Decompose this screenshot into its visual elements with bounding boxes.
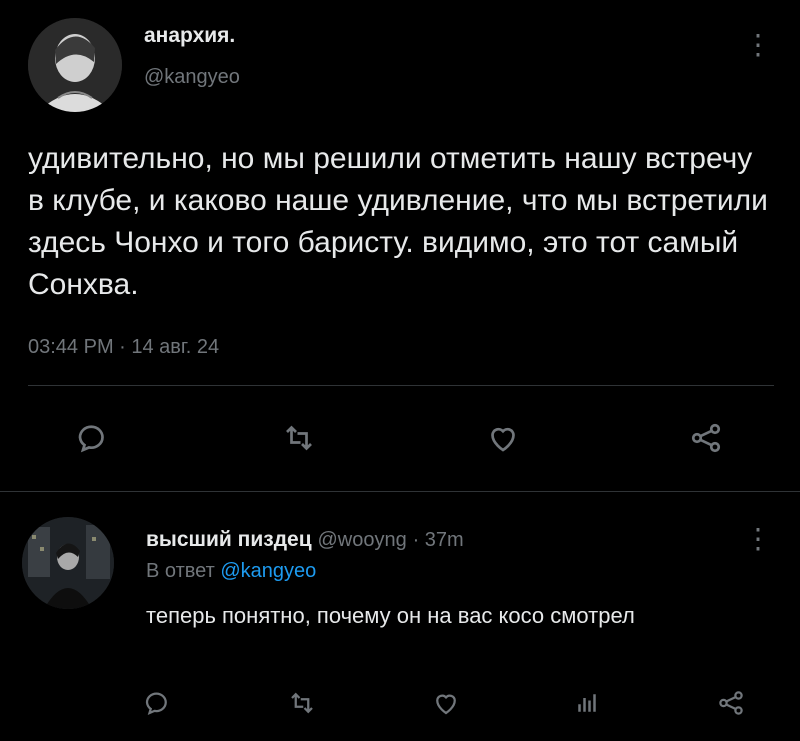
main-divider <box>28 385 774 386</box>
main-more-icon[interactable]: ⋮ <box>744 28 772 61</box>
reply-tweet-text: теперь понятно, почему он на вас косо см… <box>146 603 635 628</box>
reply-share-icon[interactable] <box>716 688 746 718</box>
reply-author-handle[interactable]: @wooyng <box>317 529 406 551</box>
main-tweet-text: удивительно, но мы решили отметить нашу … <box>28 142 768 301</box>
reply-to-prefix: В ответ <box>146 560 215 582</box>
thread-divider <box>0 491 800 492</box>
reply-author-avatar[interactable] <box>22 517 114 609</box>
main-tweet-timestamp[interactable]: 03:44 PM · 14 авг. 24 <box>28 336 219 359</box>
views-icon[interactable] <box>572 688 602 718</box>
reply-header: высший пиздец @wooyng · 37m <box>146 528 464 552</box>
reply-icon[interactable] <box>74 420 110 456</box>
main-author-handle[interactable]: @kangyeo <box>144 66 240 89</box>
reply-retweet-icon[interactable] <box>286 688 318 718</box>
share-icon[interactable] <box>688 420 724 456</box>
reply-time: · 37m <box>412 529 464 551</box>
reply-reply-icon[interactable] <box>142 688 172 718</box>
reply-to-handle-link[interactable]: @kangyeo <box>220 560 316 582</box>
reply-heart-icon[interactable] <box>430 688 462 718</box>
heart-icon[interactable] <box>484 420 522 456</box>
reply-to-line: В ответ @kangyeo <box>146 560 316 583</box>
reply-author-name[interactable]: высший пиздец <box>146 528 312 551</box>
reply-more-icon[interactable]: ⋮ <box>744 522 772 555</box>
main-author-name[interactable]: анархия. <box>144 24 235 48</box>
retweet-icon[interactable] <box>280 420 318 456</box>
main-author-avatar[interactable] <box>28 18 122 112</box>
